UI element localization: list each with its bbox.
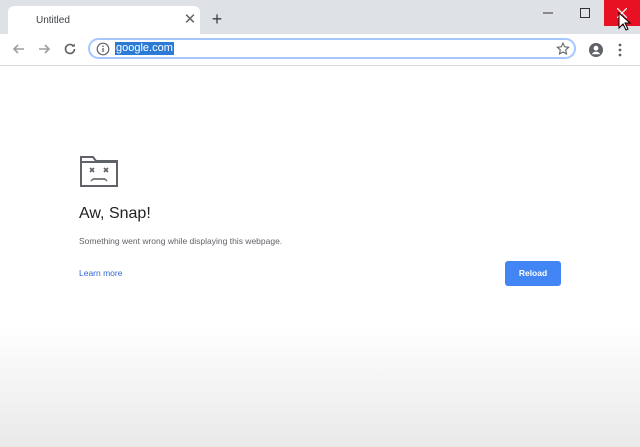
address-bar[interactable]: google.com — [88, 38, 576, 59]
account-icon[interactable] — [588, 42, 604, 58]
more-vert-icon[interactable] — [615, 42, 625, 58]
minimize-icon — [543, 12, 553, 14]
minimize-button[interactable] — [530, 0, 566, 26]
info-icon[interactable] — [96, 42, 110, 56]
star-icon[interactable] — [556, 42, 570, 56]
mouse-pointer-icon — [618, 12, 632, 31]
sad-folder-icon — [80, 156, 118, 187]
toolbar: google.com — [0, 34, 640, 66]
arrow-right-icon[interactable] — [35, 40, 53, 58]
error-headline: Aw, Snap! — [79, 205, 151, 222]
tab-untitled[interactable]: Untitled ✕ — [8, 6, 200, 34]
page-content: Aw, Snap! Something went wrong while dis… — [0, 66, 640, 447]
reload-icon[interactable] — [61, 40, 79, 58]
maximize-icon — [580, 8, 590, 18]
arrow-left-icon[interactable] — [10, 40, 28, 58]
maximize-button[interactable] — [567, 0, 603, 26]
reload-button[interactable]: Reload — [505, 261, 561, 286]
error-message: Something went wrong while displaying th… — [79, 236, 283, 246]
tab-title: Untitled — [36, 15, 70, 26]
browser-window: Untitled ✕ + google.com Aw, Snap! Someth… — [0, 0, 640, 447]
close-icon[interactable]: ✕ — [182, 12, 198, 28]
learn-more-link[interactable]: Learn more — [79, 268, 122, 278]
plus-icon[interactable]: + — [208, 10, 226, 28]
tab-strip: Untitled ✕ + — [0, 0, 640, 34]
url-text[interactable]: google.com — [115, 42, 174, 55]
